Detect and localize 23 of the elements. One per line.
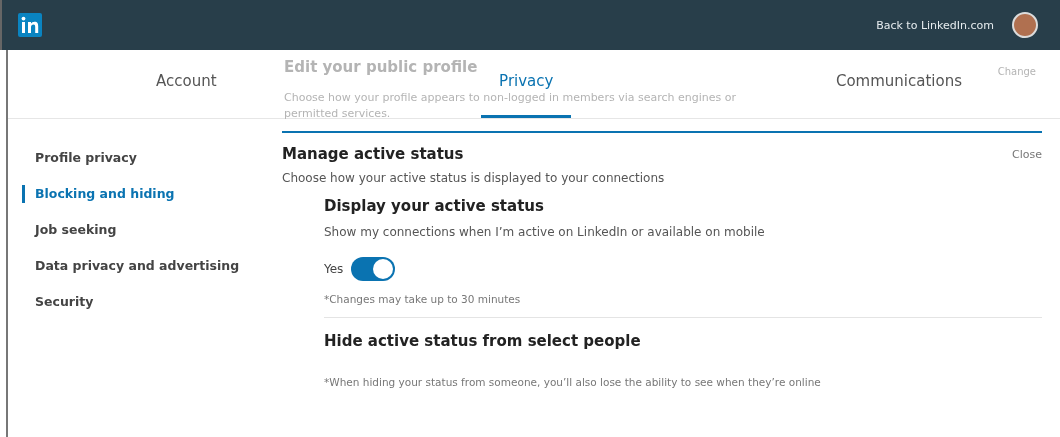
- close-link[interactable]: Close: [1012, 147, 1042, 161]
- section-description: Choose how your profile appears to non-logged in members via search engines or permitted services.: [284, 90, 737, 122]
- sidebar-item[interactable]: Profile privacy: [22, 149, 262, 167]
- sidebar-item[interactable]: Blocking and hiding: [22, 185, 262, 203]
- tab[interactable]: Communications: [817, 73, 980, 90]
- toggle-switch[interactable]: [351, 257, 396, 281]
- sidebar-item[interactable]: Data privacy and advertising: [22, 257, 262, 275]
- tab[interactable]: Account: [138, 73, 235, 90]
- setting-description: Show my connections when I’m active on LinkedIn or available on mobile: [324, 225, 766, 239]
- toggle-label: Yes: [324, 262, 344, 276]
- section-title: Edit your public profile: [284, 58, 479, 76]
- sidebar-item[interactable]: Job seeking: [22, 221, 262, 239]
- logo-icon[interactable]: [18, 13, 42, 37]
- panel-description: Choose how your active status is displayed to your connections: [282, 171, 666, 185]
- note-text: *When hiding your status from someone, you’ll also lose the ability to see when they’re online: [324, 376, 822, 388]
- sidebar-item[interactable]: Security: [22, 293, 262, 311]
- panel-title: Manage active status: [282, 145, 464, 163]
- tab[interactable]: Privacy: [481, 73, 572, 90]
- setting-title: Hide active status from select people: [324, 332, 642, 350]
- note-text: *Changes may take up to 30 minutes: [324, 293, 522, 305]
- avatar[interactable]: [1012, 12, 1038, 38]
- setting-title: Display your active status: [324, 197, 545, 215]
- back-link[interactable]: Back to LinkedIn.com: [876, 18, 994, 32]
